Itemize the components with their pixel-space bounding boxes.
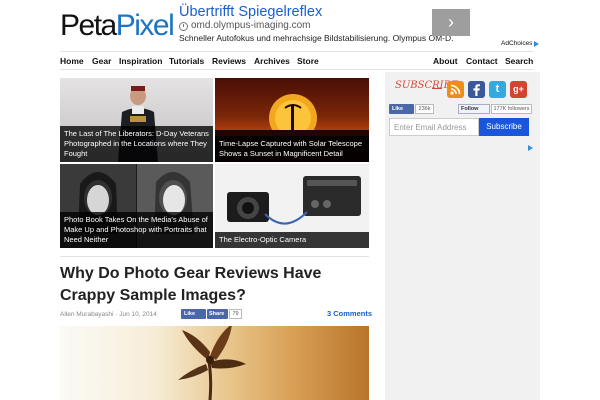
- sidebar-twitter-count: 177K followers: [491, 104, 532, 114]
- article-divider: [60, 256, 369, 257]
- article-share-button[interactable]: Share: [207, 309, 228, 319]
- nav-about[interactable]: About: [433, 55, 458, 67]
- rss-icon[interactable]: [447, 81, 464, 98]
- nav-gear[interactable]: Gear: [92, 55, 111, 67]
- adchoices-label: AdChoices: [501, 40, 533, 47]
- featured-caption: The Last of The Liberators: D-Day Vetera…: [60, 126, 213, 162]
- nav-tutorials[interactable]: Tutorials: [169, 55, 204, 67]
- article-like-button[interactable]: Like: [181, 309, 206, 319]
- article-hero-image[interactable]: [60, 326, 369, 400]
- ad-url[interactable]: omd.olympus-imaging.com: [179, 20, 311, 32]
- nav-search[interactable]: Search: [505, 55, 533, 67]
- googleplus-icon[interactable]: g+: [510, 81, 527, 98]
- nav-home[interactable]: Home: [60, 55, 84, 67]
- sidebar-twitter-follow-button[interactable]: Follow: [458, 104, 490, 114]
- twitter-icon[interactable]: t: [489, 81, 506, 98]
- featured-caption: Photo Book Takes On the Media's Abuse of…: [60, 212, 213, 248]
- nav-contact[interactable]: Contact: [466, 55, 498, 67]
- nav-inspiration[interactable]: Inspiration: [119, 55, 162, 67]
- subscribe-arrow: [432, 88, 442, 89]
- facebook-icon[interactable]: [468, 81, 485, 98]
- featured-tile-sunset[interactable]: Time-Lapse Captured with Solar Telescope…: [215, 78, 369, 162]
- main-nav: Home Gear Inspiration Tutorials Reviews …: [60, 55, 533, 67]
- featured-tile-portraits[interactable]: Photo Book Takes On the Media's Abuse of…: [60, 164, 213, 248]
- clock-icon: [179, 21, 188, 31]
- adchoices-icon-sidebar[interactable]: [528, 145, 533, 151]
- ad-title[interactable]: Übertrifft Spiegelreflex: [179, 4, 322, 20]
- nav-reviews[interactable]: Reviews: [212, 55, 246, 67]
- nav-divider-bottom: [60, 69, 533, 70]
- featured-caption: Time-Lapse Captured with Solar Telescope…: [215, 136, 369, 162]
- flower-photo: [178, 326, 246, 400]
- article-byline: Allen Murabayashi · Jun 10, 2014: [60, 311, 157, 318]
- site-logo[interactable]: PetaPixel: [60, 8, 175, 44]
- article-comments-link[interactable]: 3 Comments: [327, 309, 372, 318]
- article-like-count: 79: [229, 309, 242, 319]
- page: PetaPixel Übertrifft Spiegelreflex omd.o…: [0, 0, 600, 400]
- logo-pixel: Pixel: [115, 9, 175, 42]
- adchoices-icon: [534, 40, 540, 47]
- ad-description: Schneller Autofokus und mehrachsige Bild…: [179, 33, 454, 43]
- adchoices[interactable]: AdChoices: [501, 40, 540, 47]
- nav-store[interactable]: Store: [297, 55, 319, 67]
- featured-tile-veteran[interactable]: The Last of The Liberators: D-Day Vetera…: [60, 78, 213, 162]
- article-title[interactable]: Why Do Photo Gear Reviews Have Crappy Sa…: [60, 263, 375, 307]
- featured-tile-camera[interactable]: The Electro-Optic Camera: [215, 164, 369, 248]
- logo-peta: Peta: [60, 9, 117, 42]
- subscribe-button[interactable]: Subscribe: [479, 118, 529, 136]
- sidebar-fb-count: 236k: [415, 104, 434, 114]
- nav-divider-top: [60, 51, 533, 52]
- nav-archives[interactable]: Archives: [254, 55, 290, 67]
- ad-url-text: omd.olympus-imaging.com: [191, 20, 311, 31]
- featured-caption: The Electro-Optic Camera: [215, 232, 369, 248]
- ad-arrow-button[interactable]: ›: [432, 9, 470, 36]
- sidebar-fb-like-button[interactable]: Like: [389, 104, 414, 114]
- email-input[interactable]: [389, 118, 479, 136]
